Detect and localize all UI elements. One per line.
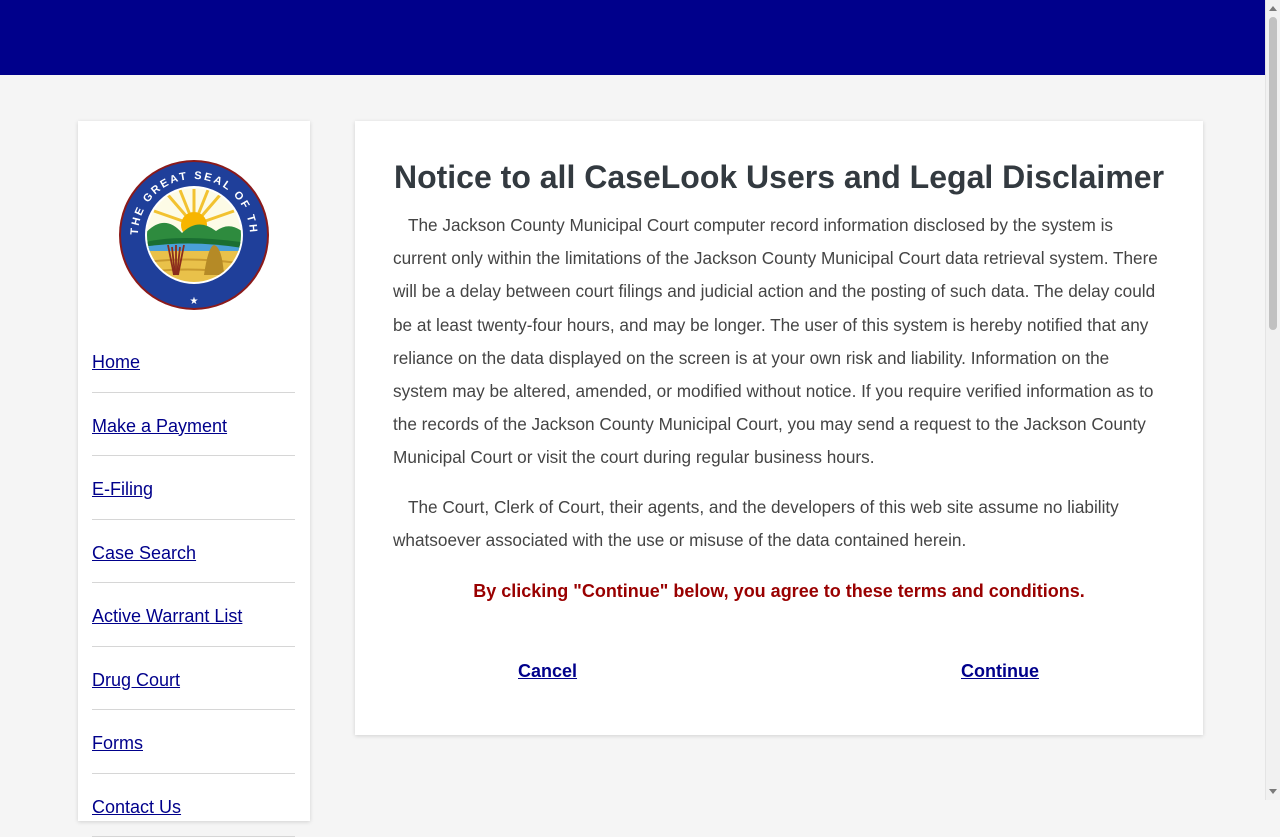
- page-title: Notice to all CaseLook Users and Legal D…: [355, 158, 1203, 196]
- sidebar-nav: Home Make a Payment E-Filing Case Search…: [92, 329, 295, 837]
- agree-notice: By clicking "Continue" below, you agree …: [355, 581, 1203, 602]
- nav-item-make-a-payment: Make a Payment: [92, 393, 295, 457]
- nav-link-make-a-payment[interactable]: Make a Payment: [92, 416, 227, 436]
- header-bar: [0, 0, 1265, 75]
- sidebar: THE GREAT SEAL OF THE STATE OF OHIO ★ Ho…: [78, 121, 310, 821]
- ohio-seal-logo: THE GREAT SEAL OF THE STATE OF OHIO ★: [118, 159, 270, 311]
- disclaimer-paragraph-1: The Jackson County Municipal Court compu…: [393, 209, 1163, 475]
- disclaimer-card: Notice to all CaseLook Users and Legal D…: [355, 121, 1203, 735]
- page-scrollbar[interactable]: [1265, 0, 1280, 800]
- nav-item-home: Home: [92, 329, 295, 393]
- cancel-link[interactable]: Cancel: [518, 661, 577, 682]
- nav-item-drug-court: Drug Court: [92, 647, 295, 711]
- scroll-down-arrow-icon[interactable]: [1269, 789, 1277, 794]
- nav-link-drug-court[interactable]: Drug Court: [92, 670, 180, 690]
- nav-link-home[interactable]: Home: [92, 352, 140, 372]
- nav-link-case-search[interactable]: Case Search: [92, 543, 196, 563]
- nav-item-active-warrant-list: Active Warrant List: [92, 583, 295, 647]
- svg-text:★: ★: [190, 296, 199, 307]
- nav-item-forms: Forms: [92, 710, 295, 774]
- disclaimer-paragraph-2: The Court, Clerk of Court, their agents,…: [393, 491, 1163, 557]
- nav-item-e-filing: E-Filing: [92, 456, 295, 520]
- nav-link-e-filing[interactable]: E-Filing: [92, 479, 153, 499]
- nav-link-active-warrant-list[interactable]: Active Warrant List: [92, 606, 242, 626]
- scroll-up-arrow-icon[interactable]: [1269, 6, 1277, 11]
- nav-item-case-search: Case Search: [92, 520, 295, 584]
- scrollbar-thumb[interactable]: [1269, 17, 1277, 330]
- nav-link-forms[interactable]: Forms: [92, 733, 143, 753]
- nav-item-contact-us: Contact Us: [92, 774, 295, 837]
- continue-link[interactable]: Continue: [961, 661, 1039, 682]
